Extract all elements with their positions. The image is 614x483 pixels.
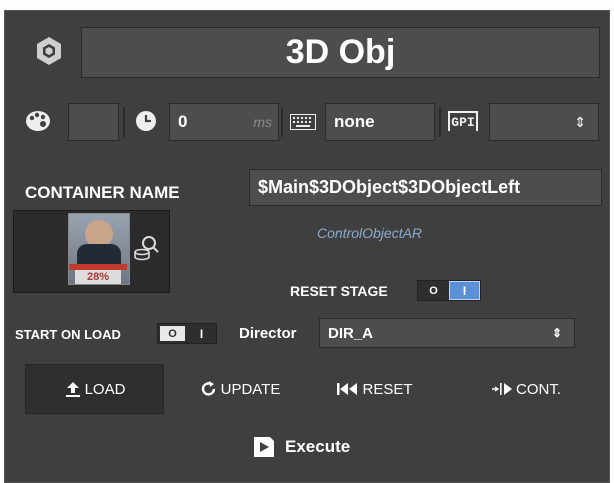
chevron-updown-icon: ⇕	[551, 326, 562, 340]
duration-unit: ms	[253, 114, 272, 130]
page-title[interactable]: 3D Obj	[81, 27, 600, 78]
container-name-field[interactable]: $Main$3DObject$3DObjectLeft	[249, 169, 602, 206]
rewind-icon	[337, 383, 358, 395]
key-value: none	[334, 112, 375, 131]
color-field[interactable]	[68, 103, 119, 141]
continue-label: CONT.	[516, 380, 561, 398]
chevron-updown-icon: ⇕	[574, 113, 586, 130]
reset-stage-toggle[interactable]: O I	[417, 280, 481, 301]
divider	[123, 107, 125, 137]
execute-button[interactable]: Execute	[253, 436, 350, 458]
reset-label: RESET	[362, 380, 413, 398]
reset-stage-label: RESET STAGE	[290, 283, 388, 299]
refresh-icon	[201, 381, 215, 396]
search-coins-icon[interactable]	[132, 233, 162, 263]
director-label: Director	[239, 325, 297, 342]
update-label: UPDATE	[220, 380, 281, 398]
container-name-label: CONTAINER NAME	[25, 183, 180, 202]
continue-button[interactable]: CONT.	[471, 364, 581, 414]
duration-value: 0	[178, 112, 188, 131]
load-button[interactable]: LOAD	[25, 364, 164, 414]
keyboard-icon[interactable]	[287, 109, 319, 135]
divider	[439, 107, 441, 137]
clock-icon[interactable]	[131, 107, 161, 135]
thumbnail-badge: 28%	[75, 270, 121, 284]
key-field[interactable]: none	[325, 103, 435, 141]
upload-icon	[65, 382, 80, 397]
load-label: LOAD	[84, 380, 126, 398]
divider	[281, 107, 283, 137]
director-value: DIR_A	[328, 324, 374, 342]
palette-icon[interactable]	[23, 107, 53, 135]
director-select[interactable]: DIR_A ⇕	[319, 318, 575, 348]
reset-button[interactable]: RESET	[325, 364, 425, 414]
control-object-link[interactable]: ControlObjectAR	[317, 225, 422, 241]
execute-label: Execute	[285, 437, 351, 456]
execute-icon	[254, 437, 274, 457]
toggle-off-label: O	[168, 327, 177, 340]
duration-field[interactable]: 0 ms	[169, 103, 279, 141]
toggle-on: I	[199, 326, 204, 341]
start-on-load-label: START ON LOAD	[15, 327, 121, 342]
toggle-off: O	[158, 324, 187, 343]
3d-object-panel: 3D Obj 0 ms none GPI ⇕ CONTAINER NAME $M…	[4, 10, 610, 483]
toggle-off: O	[429, 284, 438, 297]
continue-icon	[492, 383, 512, 395]
gpi-label: GPI	[448, 111, 478, 131]
thumbnail-image: 28%	[68, 213, 130, 285]
start-on-load-toggle[interactable]: O I	[157, 323, 217, 344]
gpi-icon[interactable]: GPI	[445, 107, 481, 135]
thumbnail[interactable]: 28%	[13, 210, 170, 293]
gpi-select[interactable]: ⇕	[489, 103, 599, 141]
update-button[interactable]: UPDATE	[185, 364, 295, 414]
3d-object-icon	[33, 35, 65, 67]
toggle-on: I	[449, 281, 480, 300]
